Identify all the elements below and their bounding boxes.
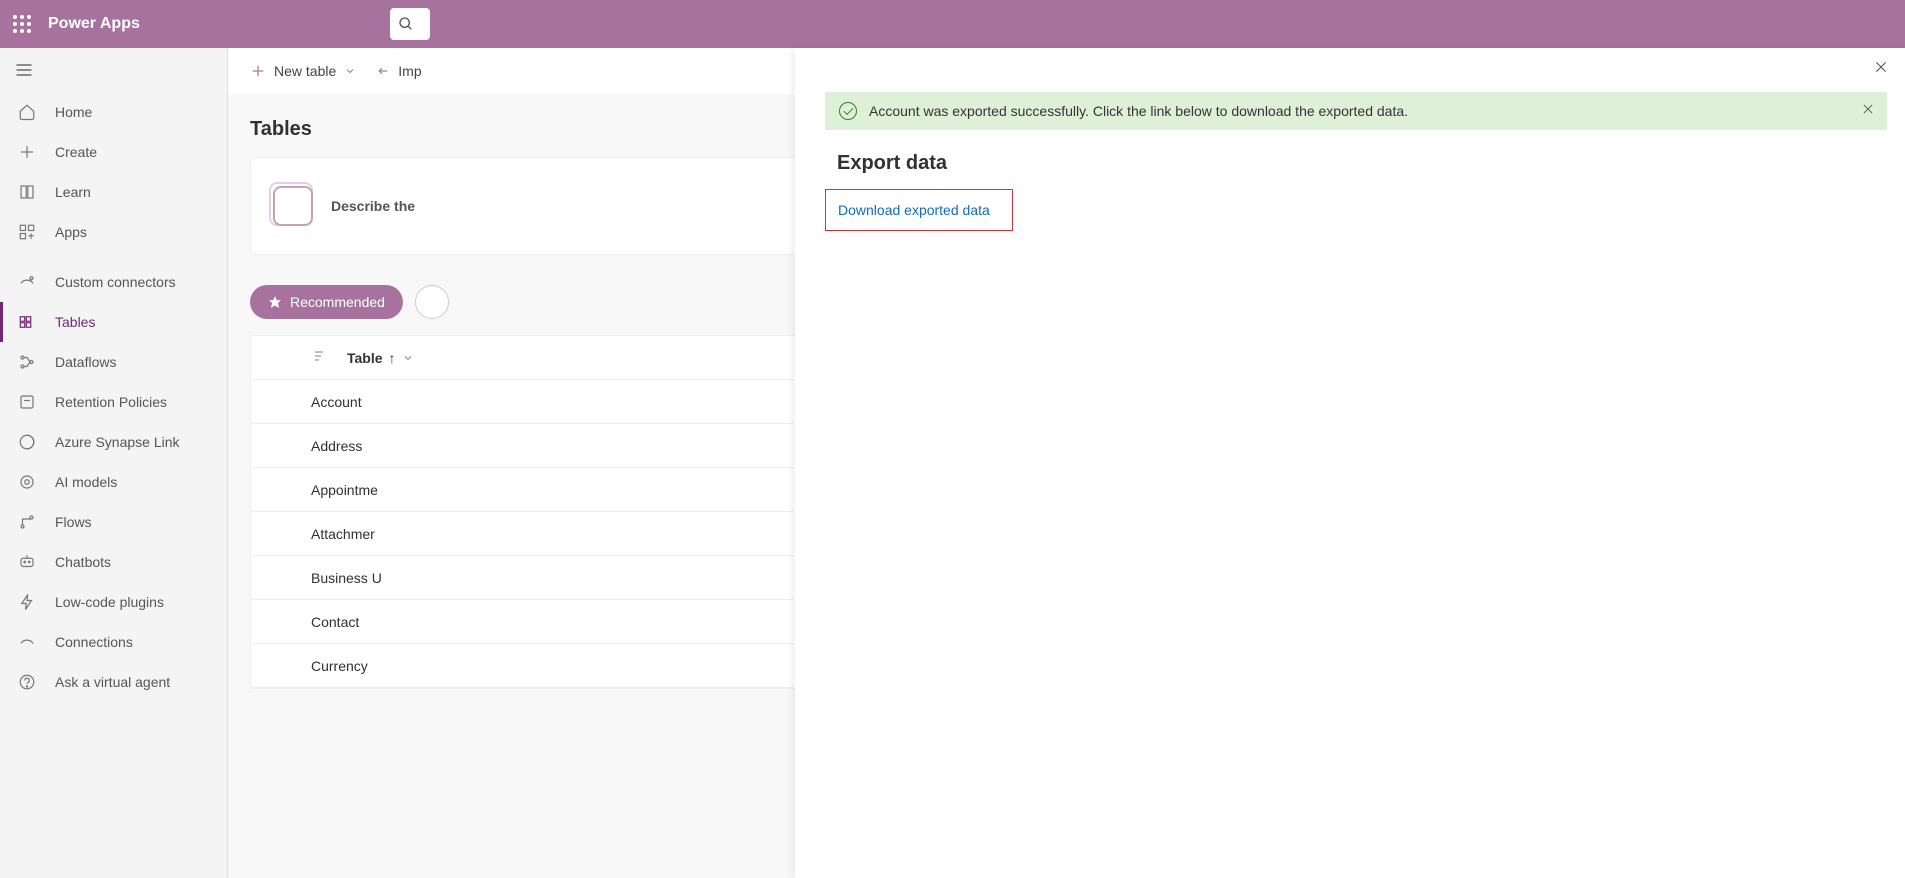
sidebar-item-low-code[interactable]: Low-code plugins — [0, 582, 227, 622]
label: Learn — [55, 184, 91, 200]
cell: Business U — [311, 570, 382, 586]
sidebar-item-create[interactable]: Create — [0, 132, 227, 172]
chevron-down-icon — [344, 65, 356, 77]
sidebar: Home Create Learn Apps Custom connectors… — [0, 48, 228, 878]
chatbots-icon — [17, 552, 37, 572]
plus-icon — [17, 142, 37, 162]
label: Ask a virtual agent — [55, 674, 170, 690]
label: Low-code plugins — [55, 594, 164, 610]
sidebar-item-tables[interactable]: Tables — [0, 302, 227, 342]
label: AI models — [55, 474, 117, 490]
label: Recommended — [290, 294, 385, 310]
close-icon — [1873, 59, 1889, 75]
col-label: Table — [347, 350, 383, 366]
export-panel: Account was exported successfully. Click… — [795, 48, 1905, 878]
synapse-icon — [17, 432, 37, 452]
close-panel-button[interactable] — [1869, 55, 1893, 82]
label: Azure Synapse Link — [55, 434, 180, 450]
app-title: Power Apps — [48, 15, 140, 33]
label: Retention Policies — [55, 394, 167, 410]
label: New table — [274, 63, 336, 79]
apps-icon — [17, 222, 37, 242]
search-input[interactable] — [390, 8, 430, 40]
copilot-icon — [273, 186, 313, 226]
dataflows-icon — [17, 352, 37, 372]
flows-icon — [17, 512, 37, 532]
download-highlight: Download exported data — [825, 189, 1013, 231]
connections-icon — [17, 632, 37, 652]
sidebar-item-synapse[interactable]: Azure Synapse Link — [0, 422, 227, 462]
label: Create — [55, 144, 97, 160]
search-icon — [398, 16, 414, 32]
cell: Currency — [311, 658, 368, 674]
describe-label: Describe the — [331, 198, 415, 214]
label: Tables — [55, 314, 95, 330]
label: Custom connectors — [55, 274, 176, 290]
ai-icon — [17, 472, 37, 492]
label: Flows — [55, 514, 92, 530]
sort-asc-icon: ↑ — [389, 350, 396, 366]
sidebar-item-chatbots[interactable]: Chatbots — [0, 542, 227, 582]
retention-icon — [17, 392, 37, 412]
label: Connections — [55, 634, 133, 650]
hamburger-icon — [14, 60, 34, 80]
app-header: Power Apps — [0, 0, 1905, 48]
label: Dataflows — [55, 354, 116, 370]
dismiss-banner-button[interactable] — [1861, 102, 1875, 119]
import-button[interactable]: Imp — [374, 63, 421, 79]
new-table-button[interactable]: New table — [250, 63, 356, 79]
sidebar-item-learn[interactable]: Learn — [0, 172, 227, 212]
label: Imp — [398, 63, 421, 79]
sidebar-item-apps[interactable]: Apps — [0, 212, 227, 252]
success-check-icon — [839, 102, 857, 120]
label: Chatbots — [55, 554, 111, 570]
sidebar-item-dataflows[interactable]: Dataflows — [0, 342, 227, 382]
sidebar-item-ai-models[interactable]: AI models — [0, 462, 227, 502]
sidebar-item-virtual-agent[interactable]: Ask a virtual agent — [0, 662, 227, 702]
help-icon — [17, 672, 37, 692]
import-icon — [374, 63, 390, 79]
sidebar-item-flows[interactable]: Flows — [0, 502, 227, 542]
download-link[interactable]: Download exported data — [838, 202, 990, 218]
sidebar-item-home[interactable]: Home — [0, 92, 227, 132]
connectors-icon — [17, 272, 37, 292]
chevron-down-icon — [402, 352, 414, 364]
cell: Address — [311, 438, 362, 454]
label: Apps — [55, 224, 87, 240]
home-icon — [17, 102, 37, 122]
filter-pill[interactable] — [415, 285, 449, 319]
panel-title: Export data — [795, 130, 1905, 181]
plus-icon — [250, 63, 266, 79]
recommended-pill[interactable]: Recommended — [250, 285, 403, 319]
cell: Contact — [311, 614, 359, 630]
sort-icon — [311, 348, 327, 367]
book-icon — [17, 182, 37, 202]
sidebar-item-custom-connectors[interactable]: Custom connectors — [0, 262, 227, 302]
cell: Appointme — [311, 482, 378, 498]
sidebar-item-connections[interactable]: Connections — [0, 622, 227, 662]
banner-text: Account was exported successfully. Click… — [869, 103, 1408, 119]
success-banner: Account was exported successfully. Click… — [825, 92, 1887, 130]
cell: Attachmer — [311, 526, 375, 542]
label: Home — [55, 104, 92, 120]
close-icon — [1861, 102, 1875, 116]
sidebar-collapse[interactable] — [0, 48, 227, 92]
sidebar-item-retention[interactable]: Retention Policies — [0, 382, 227, 422]
tables-icon — [17, 312, 37, 332]
cell: Account — [311, 394, 362, 410]
star-icon — [268, 295, 282, 309]
bolt-icon — [17, 592, 37, 612]
waffle-icon[interactable] — [10, 12, 34, 36]
